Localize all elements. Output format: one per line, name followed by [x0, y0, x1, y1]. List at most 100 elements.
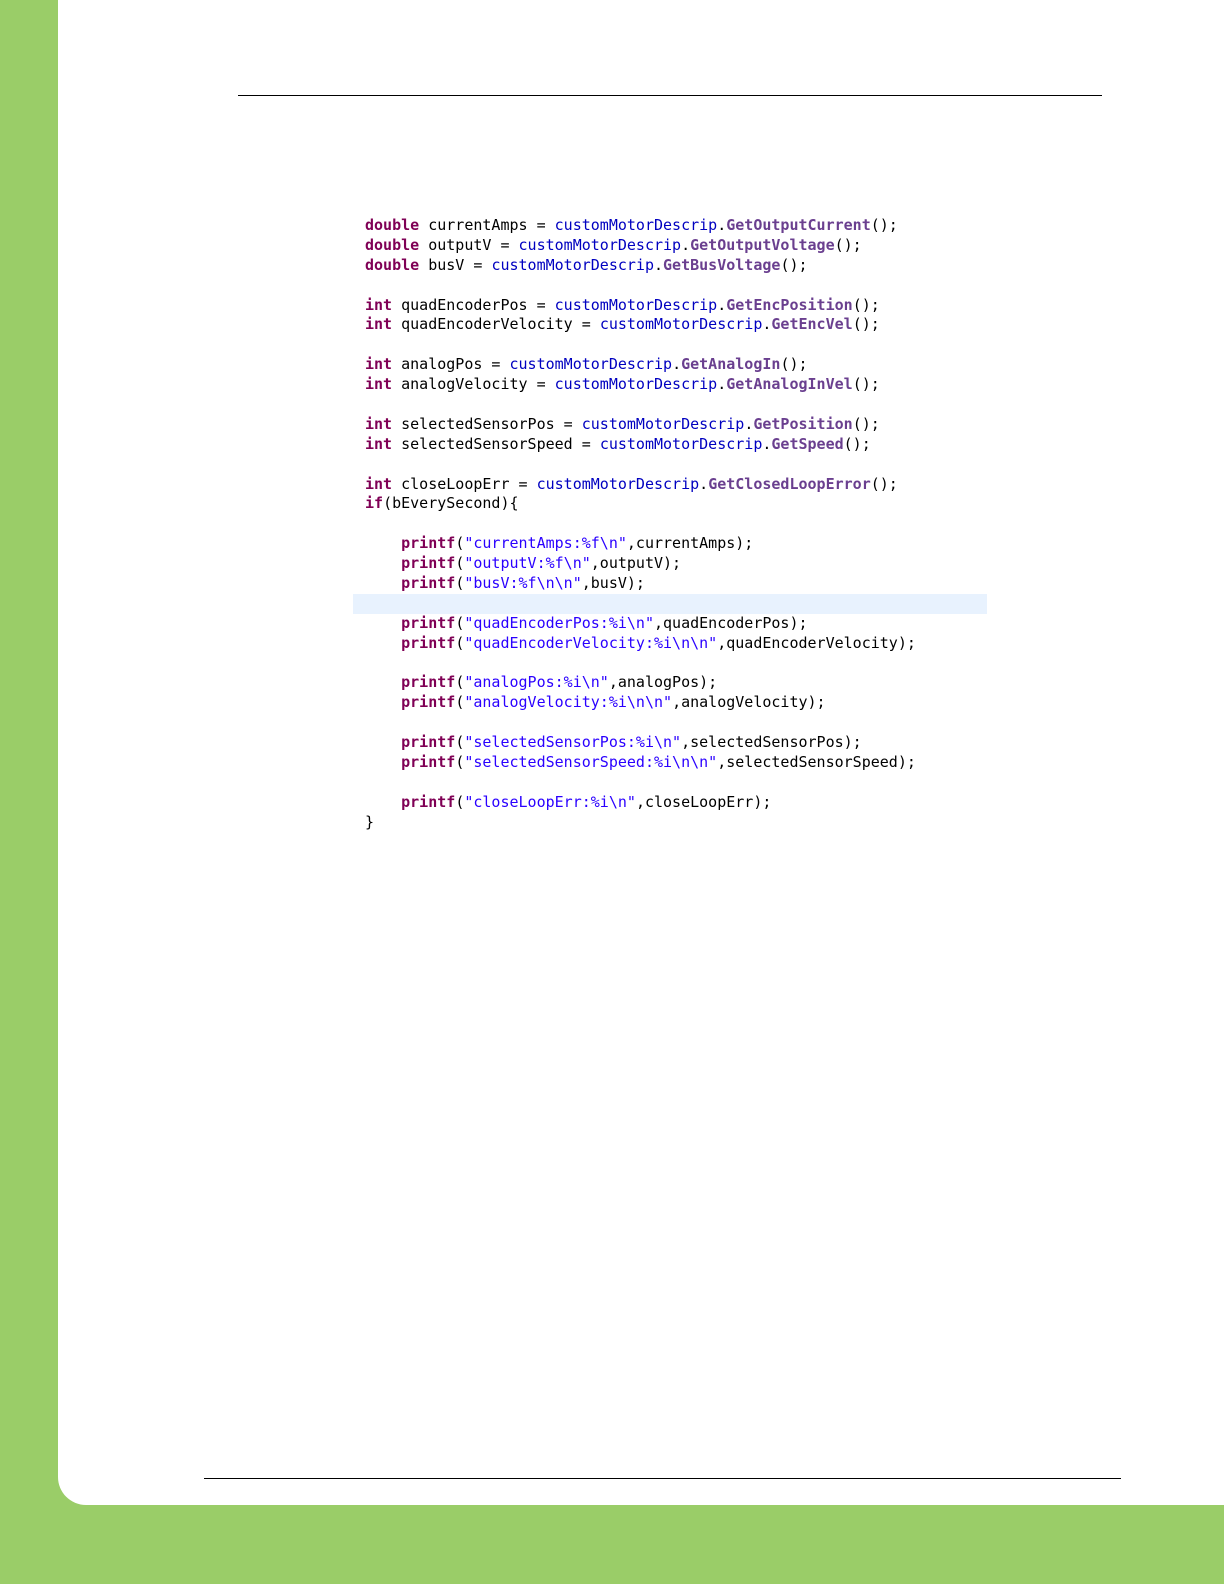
code-token: ,quadEncoderVelocity); [717, 633, 916, 652]
code-token: "busV:%f\n\n" [464, 574, 582, 593]
code-token: ,outputV); [590, 554, 682, 573]
code-token: "outputV:%f\n" [464, 554, 591, 573]
code-line: printf("selectedSensorSpeed:%i\n\n",sele… [353, 753, 987, 773]
code-token: double [365, 235, 420, 254]
code-line: double busV = customMotorDescrip.GetBusV… [353, 256, 987, 276]
code-line: int quadEncoderPos = customMotorDescrip.… [353, 296, 987, 316]
code-token: customMotorDescrip [599, 315, 763, 334]
code-token: GetEncVel [771, 315, 853, 334]
code-token: GetOutputVoltage [690, 235, 835, 254]
code-token: printf [401, 554, 456, 573]
code-token: (); [780, 255, 808, 274]
code-line: } [353, 813, 987, 833]
code-token: (); [843, 434, 871, 453]
code-line: printf("quadEncoderPos:%i\n",quadEncoder… [353, 614, 987, 634]
blank-code-line [353, 395, 987, 415]
code-token: . [672, 355, 682, 374]
code-token: printf [401, 613, 456, 632]
code-line: int selectedSensorSpeed = customMotorDes… [353, 435, 987, 455]
code-token: (bEverySecond){ [383, 494, 519, 513]
code-token: customMotorDescrip [509, 355, 673, 374]
code-token: ,quadEncoderPos); [654, 613, 808, 632]
code-token: int [365, 414, 393, 433]
code-token: GetEncPosition [726, 295, 853, 314]
code-token: "selectedSensorSpeed:%i\n\n" [464, 753, 718, 772]
code-token: ( [455, 574, 465, 593]
blank-code-line [353, 593, 987, 614]
code-token: printf [401, 733, 456, 752]
code-line: printf("currentAmps:%f\n",currentAmps); [353, 534, 987, 554]
code-token: ( [455, 753, 465, 772]
code-token: ,analogVelocity); [672, 693, 826, 712]
code-token: (); [780, 355, 808, 374]
code-token: ,selectedSensorSpeed); [717, 753, 916, 772]
code-line: if(bEverySecond){ [353, 494, 987, 514]
footer-rule [204, 1478, 1121, 1479]
code-token: } [365, 812, 375, 831]
code-token: GetAnalogIn [681, 355, 781, 374]
code-token: ( [455, 733, 465, 752]
code-token: closeLoopErr = [392, 474, 537, 493]
code-token: int [365, 315, 393, 334]
code-token: customMotorDescrip [536, 474, 700, 493]
code-token: (); [852, 315, 880, 334]
code-token: . [717, 295, 727, 314]
code-token: (); [852, 414, 880, 433]
code-token: ,closeLoopErr); [635, 792, 772, 811]
code-token: customMotorDescrip [554, 375, 718, 394]
code-token: printf [401, 792, 456, 811]
code-token: GetAnalogInVel [726, 375, 853, 394]
code-token: double [365, 255, 420, 274]
code-token: ( [455, 554, 465, 573]
code-token: int [365, 295, 393, 314]
code-token: ( [455, 633, 465, 652]
code-token: "closeLoopErr:%i\n" [464, 792, 636, 811]
code-token: ( [455, 792, 465, 811]
code-token: GetPosition [753, 414, 853, 433]
code-token: printf [401, 673, 456, 692]
code-token: customMotorDescrip [554, 216, 718, 234]
code-token: GetSpeed [771, 434, 844, 453]
code-token: customMotorDescrip [599, 434, 763, 453]
code-line: printf("closeLoopErr:%i\n",closeLoopErr)… [353, 793, 987, 813]
code-token: int [365, 355, 393, 374]
code-token: GetBusVoltage [663, 255, 781, 274]
header-rule [238, 95, 1102, 96]
code-token: (); [852, 375, 880, 394]
blank-code-line [353, 514, 987, 534]
code-line: printf("busV:%f\n\n",busV); [353, 574, 987, 594]
code-token: customMotorDescrip [554, 295, 718, 314]
code-line: printf("quadEncoderVelocity:%i\n\n",quad… [353, 634, 987, 654]
code-token: currentAmps = [419, 216, 555, 234]
blank-code-line [353, 713, 987, 733]
code-line: printf("analogVelocity:%i\n\n",analogVel… [353, 693, 987, 713]
code-line: double outputV = customMotorDescrip.GetO… [353, 236, 987, 256]
code-token: analogVelocity = [392, 375, 555, 394]
code-token: double [365, 216, 420, 234]
code-token: printf [401, 574, 456, 593]
code-line: int selectedSensorPos = customMotorDescr… [353, 415, 987, 435]
code-token: "quadEncoderVelocity:%i\n\n" [464, 633, 718, 652]
code-token: "selectedSensorPos:%i\n" [464, 733, 682, 752]
code-line: printf("selectedSensorPos:%i\n",selected… [353, 733, 987, 753]
code-token: int [365, 434, 393, 453]
code-token: outputV = [419, 235, 519, 254]
code-token: customMotorDescrip [581, 414, 745, 433]
code-token: . [717, 216, 727, 234]
code-token: selectedSensorSpeed = [392, 434, 600, 453]
code-token: (); [870, 216, 898, 234]
blank-code-line [353, 455, 987, 475]
code-token: printf [401, 753, 456, 772]
blank-code-line [353, 335, 987, 355]
code-token: (); [870, 474, 898, 493]
code-token: ( [455, 693, 465, 712]
blank-code-line [353, 654, 987, 674]
code-token: ,selectedSensorPos); [681, 733, 862, 752]
code-token: int [365, 474, 393, 493]
